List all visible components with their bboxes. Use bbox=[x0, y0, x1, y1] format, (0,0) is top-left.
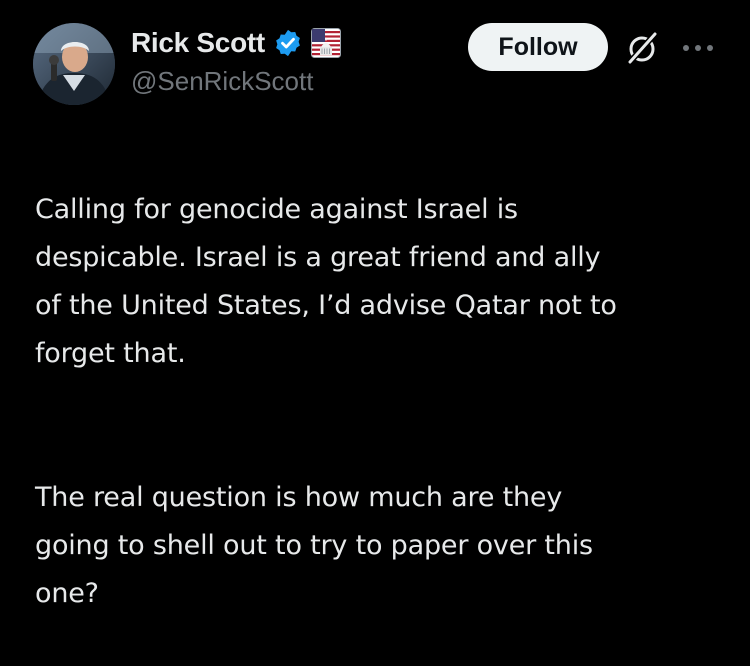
more-options-icon[interactable] bbox=[676, 26, 720, 70]
verified-badge-icon[interactable] bbox=[273, 28, 303, 58]
follow-button[interactable]: Follow bbox=[468, 23, 608, 71]
tweet-paragraph-2: The real question is how much are they g… bbox=[35, 482, 593, 609]
author-name[interactable]: Rick Scott bbox=[131, 27, 265, 59]
author-handle[interactable]: @SenRickScott bbox=[131, 66, 313, 97]
author-name-row: Rick Scott bbox=[131, 24, 341, 62]
tweet-paragraph-1: Calling for genocide against Israel is d… bbox=[35, 194, 617, 369]
tweet-text: Calling for genocide against Israel is d… bbox=[35, 138, 725, 666]
us-capitol-flag-icon[interactable] bbox=[310, 28, 341, 58]
avatar[interactable] bbox=[33, 23, 115, 105]
grok-icon[interactable] bbox=[620, 26, 664, 70]
